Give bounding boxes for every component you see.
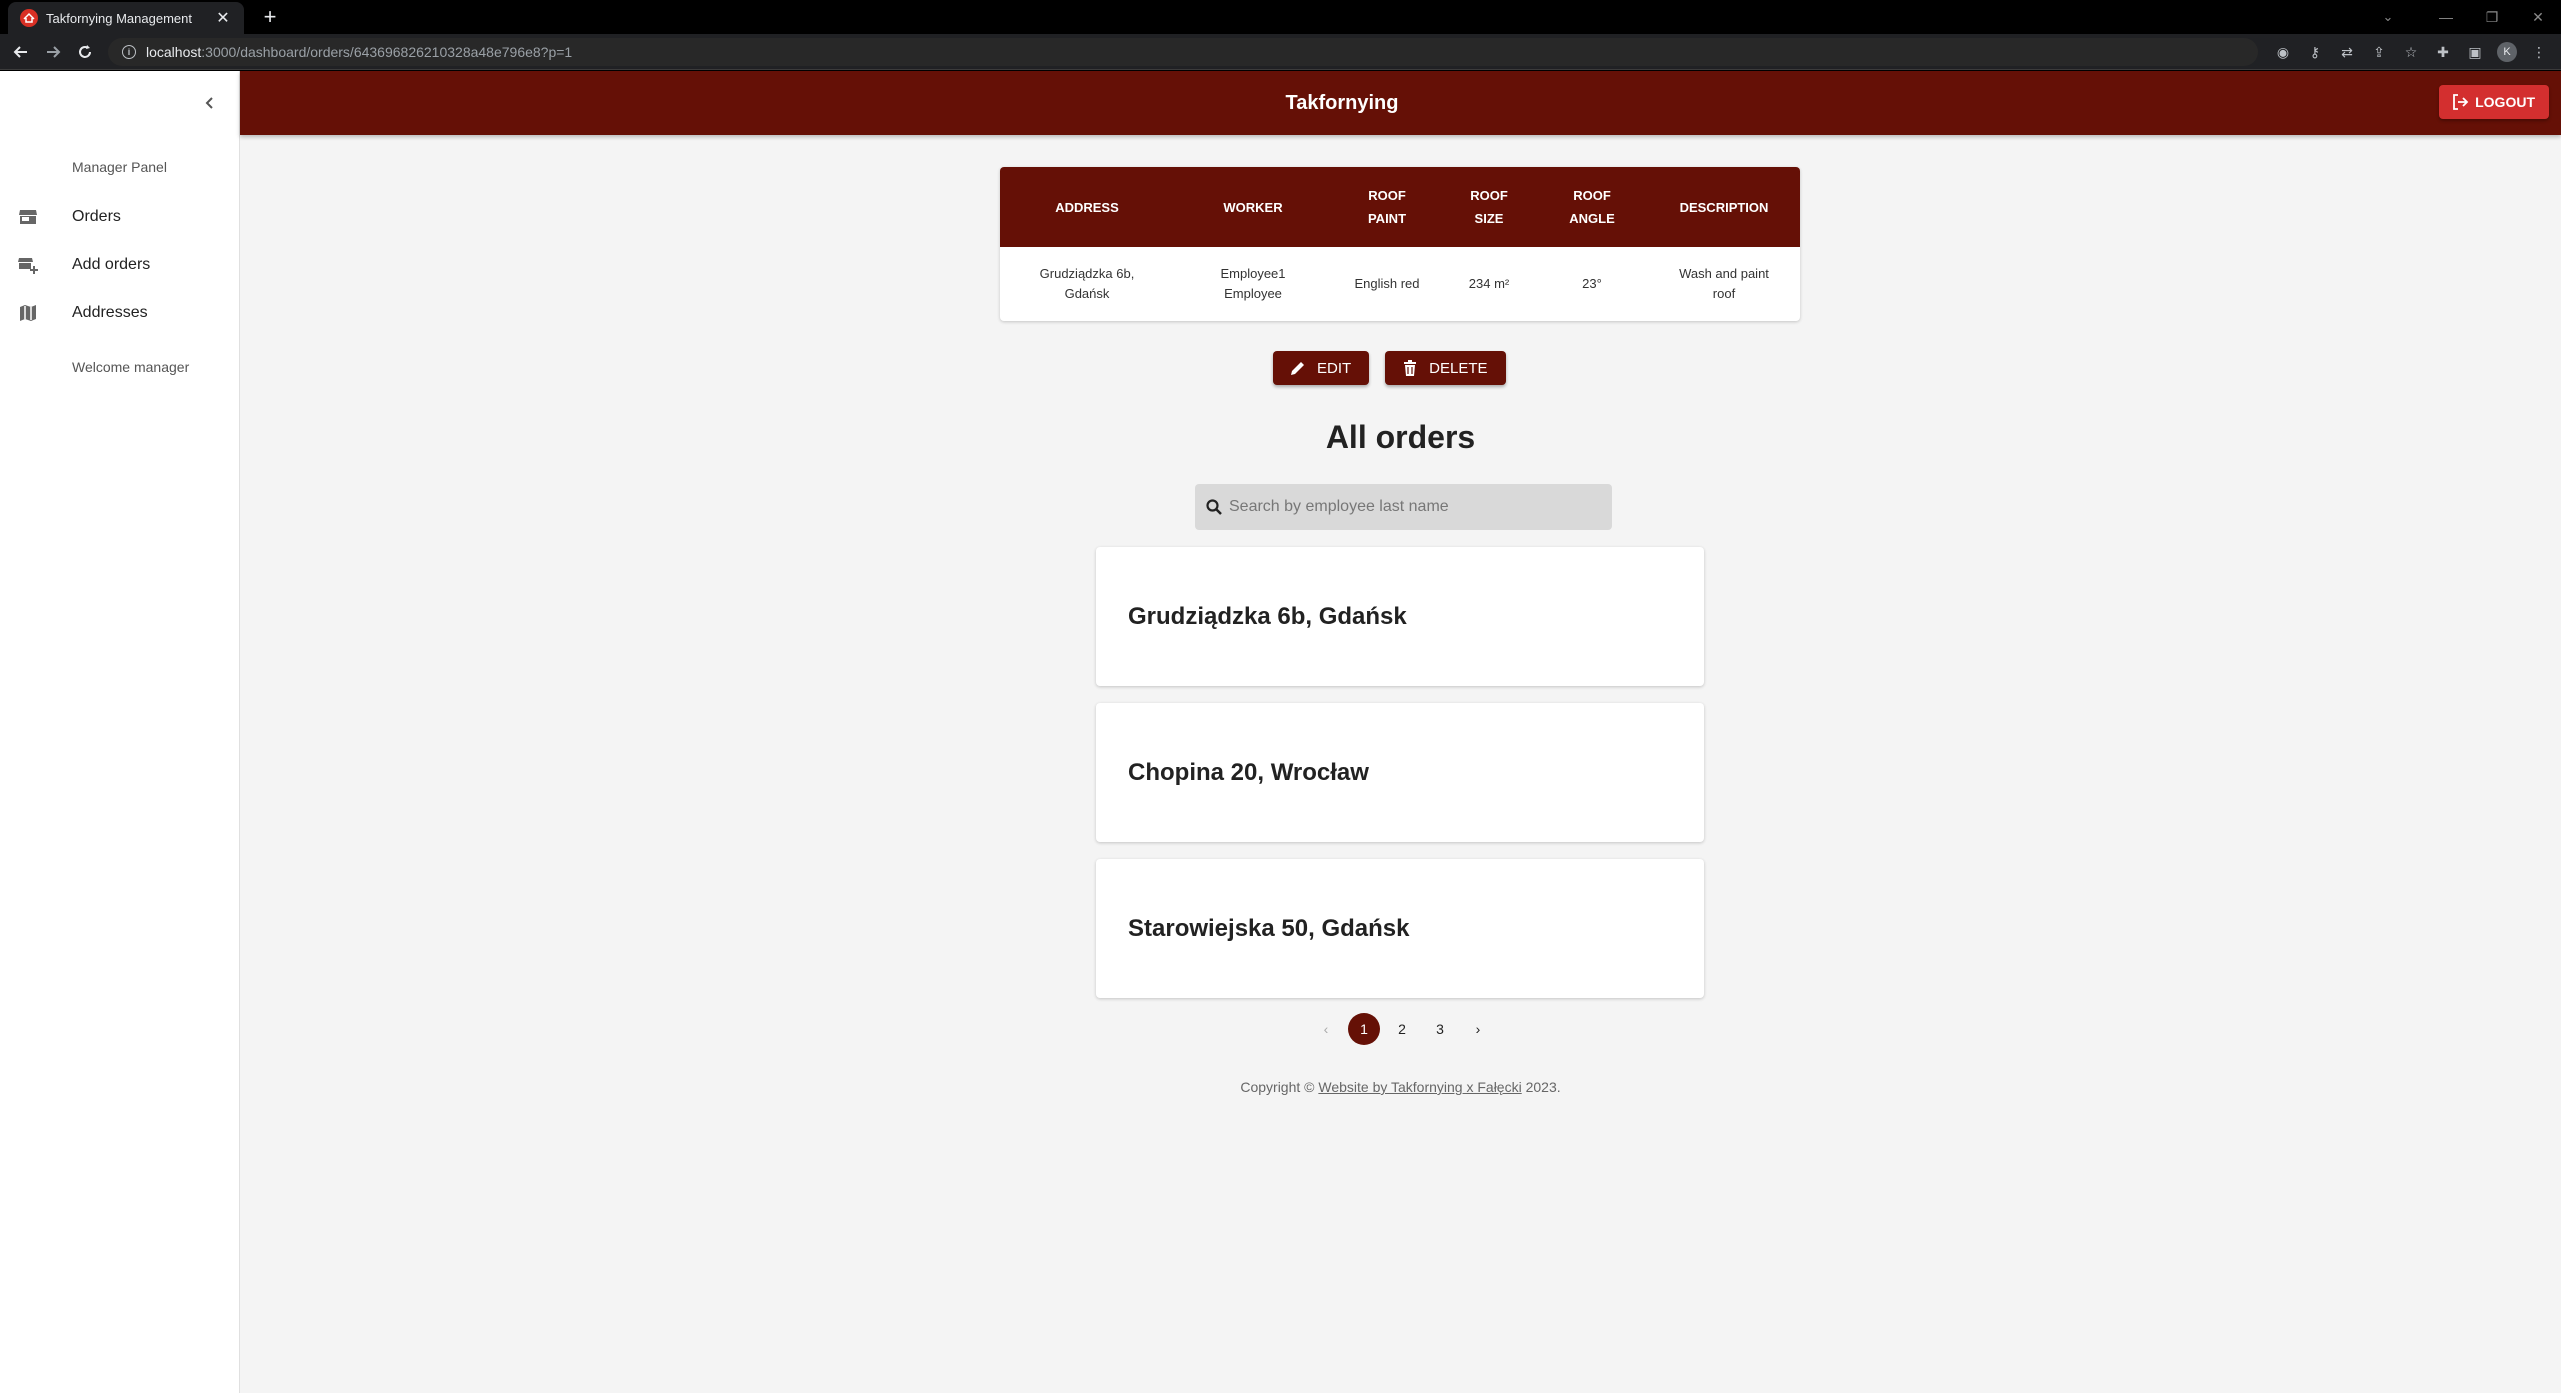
sidebar-item-label: Addresses — [72, 304, 148, 321]
reload-icon[interactable] — [73, 40, 97, 64]
column-header-roof-paint: ROOF PAINT — [1332, 167, 1442, 247]
app-header: Takfornying LOGOUT — [240, 71, 2561, 135]
order-card[interactable]: Grudziądzka 6b, Gdańsk — [1096, 547, 1704, 686]
search-input[interactable] — [1229, 498, 1612, 516]
close-tab-icon[interactable]: ✕ — [214, 8, 232, 28]
table-row: Grudziądzka 6b, Gdańsk Employee1 Employee … — [1000, 247, 1800, 321]
trash-icon — [1404, 360, 1417, 376]
map-icon — [17, 302, 39, 324]
logout-icon — [2453, 94, 2469, 110]
back-icon[interactable] — [9, 40, 33, 64]
pagination: ‹ 1 2 3 › — [1310, 1013, 1494, 1045]
app-favicon-icon — [20, 9, 38, 27]
cell-description: Wash and paint roof — [1679, 266, 1769, 301]
restore-icon[interactable]: ❐ — [2469, 0, 2515, 34]
extension-icons: ◉ ⚷ ⇄ ⇪ ☆ ✚ ▣ K ⋮ — [2271, 40, 2561, 64]
sidebar-item-label: Orders — [72, 208, 121, 225]
column-header-roof-angle: ROOF ANGLE — [1536, 167, 1648, 247]
google-lens-icon[interactable]: ◉ — [2271, 40, 2295, 64]
chevron-left-icon[interactable] — [196, 89, 224, 117]
tab-search-icon[interactable]: ⌄ — [2365, 0, 2411, 34]
browser-tabbar: Takfornying Management ✕ + ⌄ — ❐ ✕ — [0, 0, 2561, 34]
search-box — [1195, 484, 1612, 530]
delete-button[interactable]: DELETE — [1385, 351, 1506, 385]
page-button-1[interactable]: 1 — [1348, 1013, 1380, 1045]
order-card[interactable]: Starowiejska 50, Gdańsk — [1096, 859, 1704, 998]
order-address: Chopina 20, Wrocław — [1128, 758, 1369, 786]
url-text: localhost:3000/dashboard/orders/64369682… — [146, 44, 573, 60]
sidebar: Manager Panel Orders Add orders Addresse… — [0, 71, 240, 1393]
sidebar-item-label: Add orders — [72, 256, 151, 273]
sidebar-heading: Manager Panel — [72, 159, 167, 175]
page-button-2[interactable]: 2 — [1386, 1013, 1418, 1045]
cell-address: Grudziądzka 6b, Gdańsk — [1039, 266, 1135, 301]
extensions-puzzle-icon[interactable]: ✚ — [2431, 40, 2455, 64]
logout-label: LOGOUT — [2475, 94, 2535, 110]
window-controls: — ❐ ✕ — [2423, 0, 2561, 34]
new-tab-icon[interactable]: + — [258, 5, 282, 29]
logout-button[interactable]: LOGOUT — [2439, 85, 2549, 119]
key-icon[interactable]: ⚷ — [2303, 40, 2327, 64]
order-address: Starowiejska 50, Gdańsk — [1128, 914, 1410, 942]
column-header-roof-size: ROOF SIZE — [1442, 167, 1536, 247]
footer-link[interactable]: Website by Takfornying x Fałęcki — [1318, 1079, 1521, 1095]
welcome-text: Welcome manager — [72, 359, 190, 375]
order-card[interactable]: Chopina 20, Wrocław — [1096, 703, 1704, 842]
column-header-description: DESCRIPTION — [1648, 167, 1800, 247]
page: Manager Panel Orders Add orders Addresse… — [0, 71, 2561, 1393]
cell-roof-paint: English red — [1354, 276, 1420, 291]
forward-icon[interactable] — [41, 40, 65, 64]
profile-avatar[interactable]: K — [2495, 40, 2519, 64]
column-header-address: ADDRESS — [1000, 167, 1174, 247]
translate-icon[interactable]: ⇄ — [2335, 40, 2359, 64]
address-bar[interactable]: i localhost:3000/dashboard/orders/643696… — [108, 38, 2258, 66]
minimize-icon[interactable]: — — [2423, 0, 2469, 34]
order-address: Grudziądzka 6b, Gdańsk — [1128, 602, 1407, 630]
previous-page-icon[interactable]: ‹ — [1310, 1013, 1342, 1045]
column-header-worker: WORKER — [1174, 167, 1332, 247]
cell-roof-size: 234 m² — [1468, 276, 1510, 291]
footer-suffix: 2023. — [1521, 1079, 1561, 1095]
browser-toolbar: i localhost:3000/dashboard/orders/643696… — [0, 34, 2561, 70]
sidebar-item-addresses[interactable]: Addresses — [0, 291, 240, 335]
cell-roof-angle: 23° — [1582, 276, 1602, 291]
edit-label: EDIT — [1317, 359, 1352, 377]
order-detail-table: ADDRESS WORKER ROOF PAINT ROOF SIZE ROOF AN… — [1000, 167, 1800, 321]
table-header-row: ADDRESS WORKER ROOF PAINT ROOF SIZE ROOF AN… — [1000, 167, 1800, 247]
site-info-icon[interactable]: i — [122, 45, 136, 59]
all-orders-title: All orders — [1325, 419, 1476, 455]
add-business-icon — [17, 254, 39, 276]
bookmark-star-icon[interactable]: ☆ — [2399, 40, 2423, 64]
tab-title: Takfornying Management — [46, 10, 192, 26]
footer: Copyright © Website by Takfornying x Fał… — [240, 1079, 2561, 1095]
sidebar-item-orders[interactable]: Orders — [0, 195, 240, 239]
store-icon — [17, 206, 39, 228]
order-actions: EDIT DELETE — [1273, 351, 1506, 385]
search-icon — [1206, 499, 1222, 515]
side-panel-icon[interactable]: ▣ — [2463, 40, 2487, 64]
sidebar-item-add-orders[interactable]: Add orders — [0, 243, 240, 287]
pencil-icon — [1291, 362, 1304, 375]
delete-label: DELETE — [1429, 359, 1488, 377]
close-window-icon[interactable]: ✕ — [2515, 0, 2561, 34]
share-icon[interactable]: ⇪ — [2367, 40, 2391, 64]
footer-prefix: Copyright © — [1240, 1079, 1319, 1095]
next-page-icon[interactable]: › — [1462, 1013, 1494, 1045]
page-button-3[interactable]: 3 — [1424, 1013, 1456, 1045]
cell-worker: Employee1 Employee — [1220, 266, 1286, 301]
browser-menu-icon[interactable]: ⋮ — [2527, 40, 2551, 64]
app-title: Takfornying — [1285, 92, 1399, 114]
browser-tab[interactable]: Takfornying Management ✕ — [8, 2, 244, 34]
edit-button[interactable]: EDIT — [1273, 351, 1370, 385]
